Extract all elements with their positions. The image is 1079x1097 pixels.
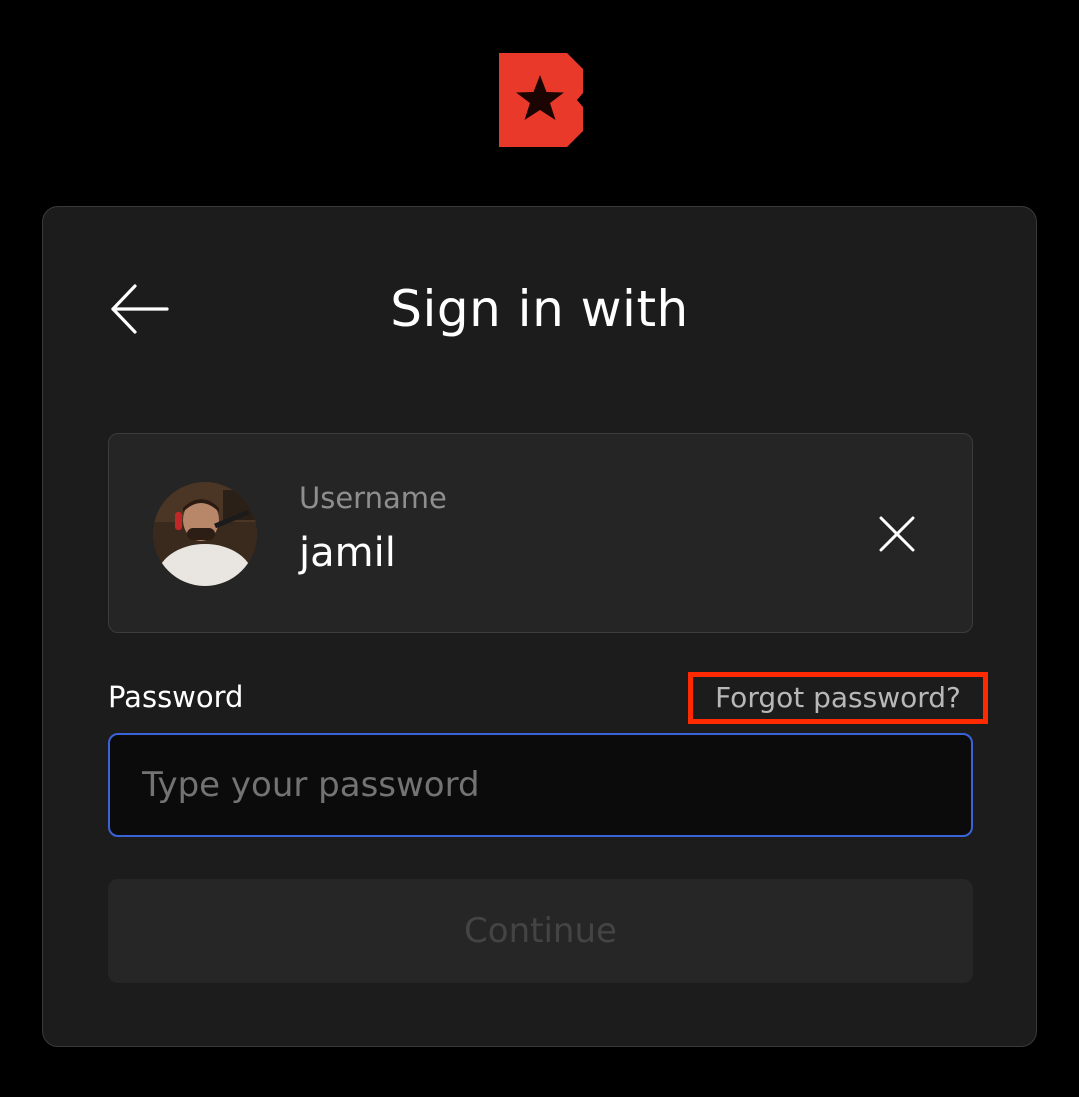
page-title: Sign in with [390,280,689,338]
close-icon[interactable] [871,508,923,560]
password-label: Password [108,680,244,714]
username-value: jamil [299,530,396,576]
forgot-password-link[interactable]: Forgot password? [688,672,988,724]
user-avatar-icon [153,482,257,586]
sign-in-page: Sign in with Username jamil Password For… [0,0,1079,1097]
continue-button[interactable]: Continue [108,879,973,983]
password-input[interactable] [108,733,973,837]
brand-logo-icon [499,53,583,147]
avatar [153,482,257,586]
username-label: Username [299,481,447,515]
sign-in-card: Sign in with Username jamil Password For… [42,206,1037,1047]
selected-account-card: Username jamil [108,433,973,633]
